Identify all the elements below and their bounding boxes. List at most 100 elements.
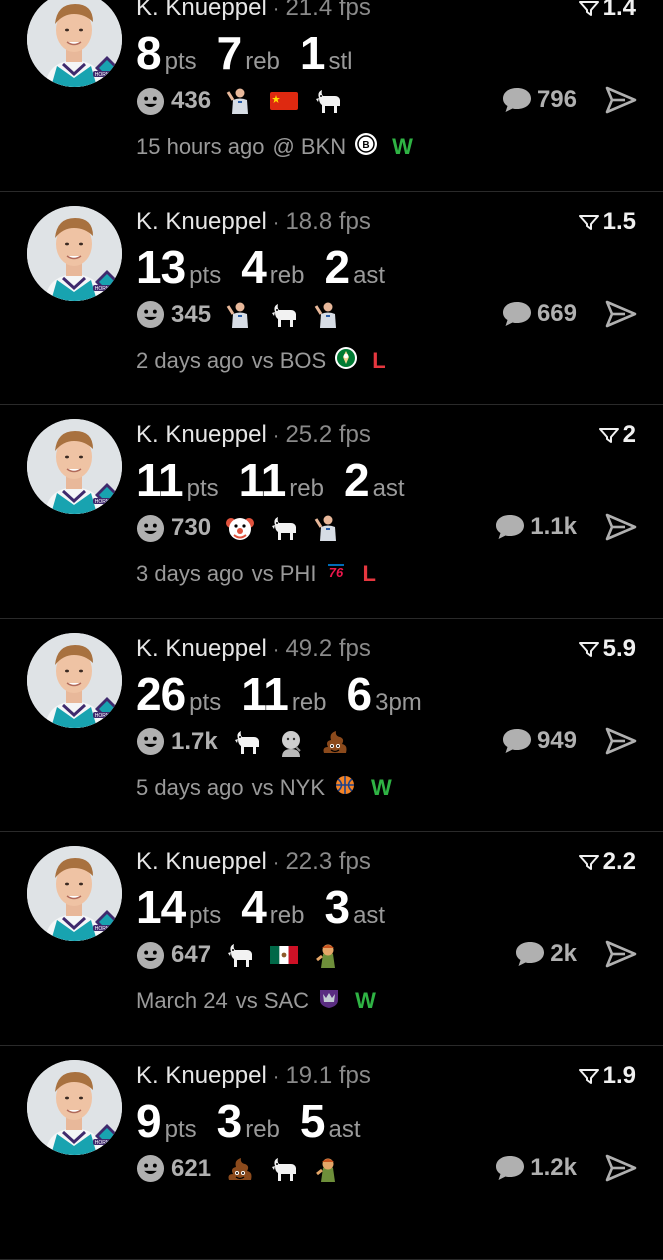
post-card[interactable]: HORNETS K. Knueppel · 18.8 fps 1.5 13 pts 4 r… [0,192,663,406]
stat-label: pts [164,48,197,75]
post-card[interactable]: HORNETS K. Knueppel · 22.3 fps 2.2 14 pts 4 r… [0,832,663,1046]
smiley-icon[interactable] [136,727,165,756]
player-avatar[interactable]: HORNETS [27,632,122,728]
game-time: 2 days ago [136,347,244,373]
player-name[interactable]: K. Knueppel [136,635,267,662]
rating[interactable]: 1.5 [578,207,636,236]
svg-text:HORNETS: HORNETS [95,499,120,505]
comment-button[interactable]: 669 [501,300,577,328]
game-info[interactable]: 3 days ago vs PHI 76 L [136,559,376,589]
post-card[interactable]: HORNETS K. Knueppel · 49.2 fps 5.9 26 pts 11… [0,619,663,833]
game-info[interactable]: 5 days ago vs NYK W [136,773,392,803]
comment-button[interactable]: 1.2k [494,1154,577,1182]
game-info[interactable]: March 24 vs SAC W [136,986,376,1016]
rating-value: 5.9 [602,634,636,662]
player-avatar[interactable]: HORNETS [27,205,122,301]
goat-icon[interactable] [313,86,343,116]
game-info[interactable]: 2 days ago vs BOS L [136,346,386,376]
stat-label: 3pm [375,688,422,716]
goat-icon[interactable] [269,300,299,330]
poop-icon[interactable] [320,727,350,757]
reactions: 1.7k [136,727,350,757]
china-flag-icon[interactable] [269,86,299,116]
post-card[interactable]: HORNETS K. Knueppel · 19.1 fps 1.9 9 pts 3 re… [0,1046,663,1260]
fry-icon[interactable] [313,1154,343,1184]
player-avatar[interactable]: HORNETS [27,419,122,515]
post-actions: 2k [514,940,637,968]
player-name[interactable]: K. Knueppel [136,0,267,21]
smiley-icon[interactable] [136,87,165,116]
stat-pts: 14 pts [136,880,221,934]
player-icon[interactable] [313,513,343,543]
player-name[interactable]: K. Knueppel [136,208,267,235]
stat-value: 2 [324,240,350,293]
goat-icon[interactable] [232,727,262,757]
stat-line: 14 pts 4 reb 3 ast [136,880,405,934]
share-icon[interactable] [605,513,637,541]
player-avatar[interactable]: HORNETS [27,1059,122,1155]
clown-icon[interactable] [225,513,255,543]
comment-button[interactable]: 796 [501,86,577,114]
stat-pts: 9 pts [136,1094,197,1148]
stat-value: 4 [241,240,267,293]
post-actions: 796 [501,86,637,114]
share-icon[interactable] [605,1154,637,1182]
rating-value: 2.2 [602,848,636,876]
stat-label: reb [269,261,305,289]
player-icon[interactable] [313,300,343,330]
post-card[interactable]: HORNETS K. Knueppel · 21.4 fps 1.4 8 pts 7 re… [0,0,663,192]
goat-icon[interactable] [269,1154,299,1184]
player-name[interactable]: K. Knueppel [136,848,267,875]
fps-score: 49.2 fps [285,634,371,662]
rating[interactable]: 1.9 [578,1062,636,1090]
player-icon[interactable] [225,300,255,330]
fry-icon[interactable] [313,940,343,970]
post-actions: 949 [501,727,637,755]
player-avatar[interactable]: HORNETS [27,0,122,87]
stat-line: 8 pts 7 reb 1 stl [136,26,372,80]
rating-value: 1.5 [602,207,636,235]
stat-value: 26 [136,667,186,720]
comment-count: 669 [536,299,577,327]
stat-value: 11 [238,454,287,507]
comment-button[interactable]: 2k [514,940,577,968]
game-result: L [362,561,376,587]
comment-button[interactable]: 949 [501,727,577,755]
stat-value: 14 [136,881,186,934]
player-avatar[interactable]: HORNETS [27,846,122,942]
game-time: 15 hours ago [136,134,265,159]
76ers-logo: 76 [328,564,345,580]
poop-icon[interactable] [225,1154,255,1184]
smiley-icon[interactable] [136,514,165,543]
filter-icon [578,214,599,230]
rating[interactable]: 5.9 [578,634,636,663]
share-icon[interactable] [605,86,637,114]
player-icon[interactable] [225,86,255,116]
stat-line: 26 pts 11 reb 6 3pm [136,667,442,721]
stat-label: reb [245,1115,280,1143]
goat-icon[interactable] [269,513,299,543]
reaction-count: 621 [171,1154,212,1182]
smiley-icon[interactable] [136,300,165,329]
smiley-icon[interactable] [136,941,165,970]
comment-button[interactable]: 1.1k [494,513,577,541]
mexico-flag-icon[interactable] [269,940,299,970]
rating[interactable]: 2 [598,421,636,449]
post-header: K. Knueppel · 49.2 fps [136,634,371,662]
rating[interactable]: 2.2 [578,848,636,876]
share-icon[interactable] [605,300,637,328]
emoji-list [225,1154,343,1184]
post-actions: 1.2k [494,1154,637,1182]
game-result: W [371,774,392,800]
smiley-icon[interactable] [136,1154,165,1183]
post-card[interactable]: HORNETS K. Knueppel · 25.2 fps 2 11 pts 11 re… [0,405,663,619]
player-name[interactable]: K. Knueppel [136,421,267,448]
player-name[interactable]: K. Knueppel [136,1062,267,1089]
share-icon[interactable] [605,940,637,968]
baby-icon[interactable] [276,727,306,757]
game-info[interactable]: 15 hours ago @ BKN B W [136,132,413,162]
share-icon[interactable] [605,727,637,755]
goat-icon[interactable] [225,940,255,970]
rating[interactable]: 1.4 [578,0,636,22]
fps-score: 22.3 fps [285,848,371,876]
